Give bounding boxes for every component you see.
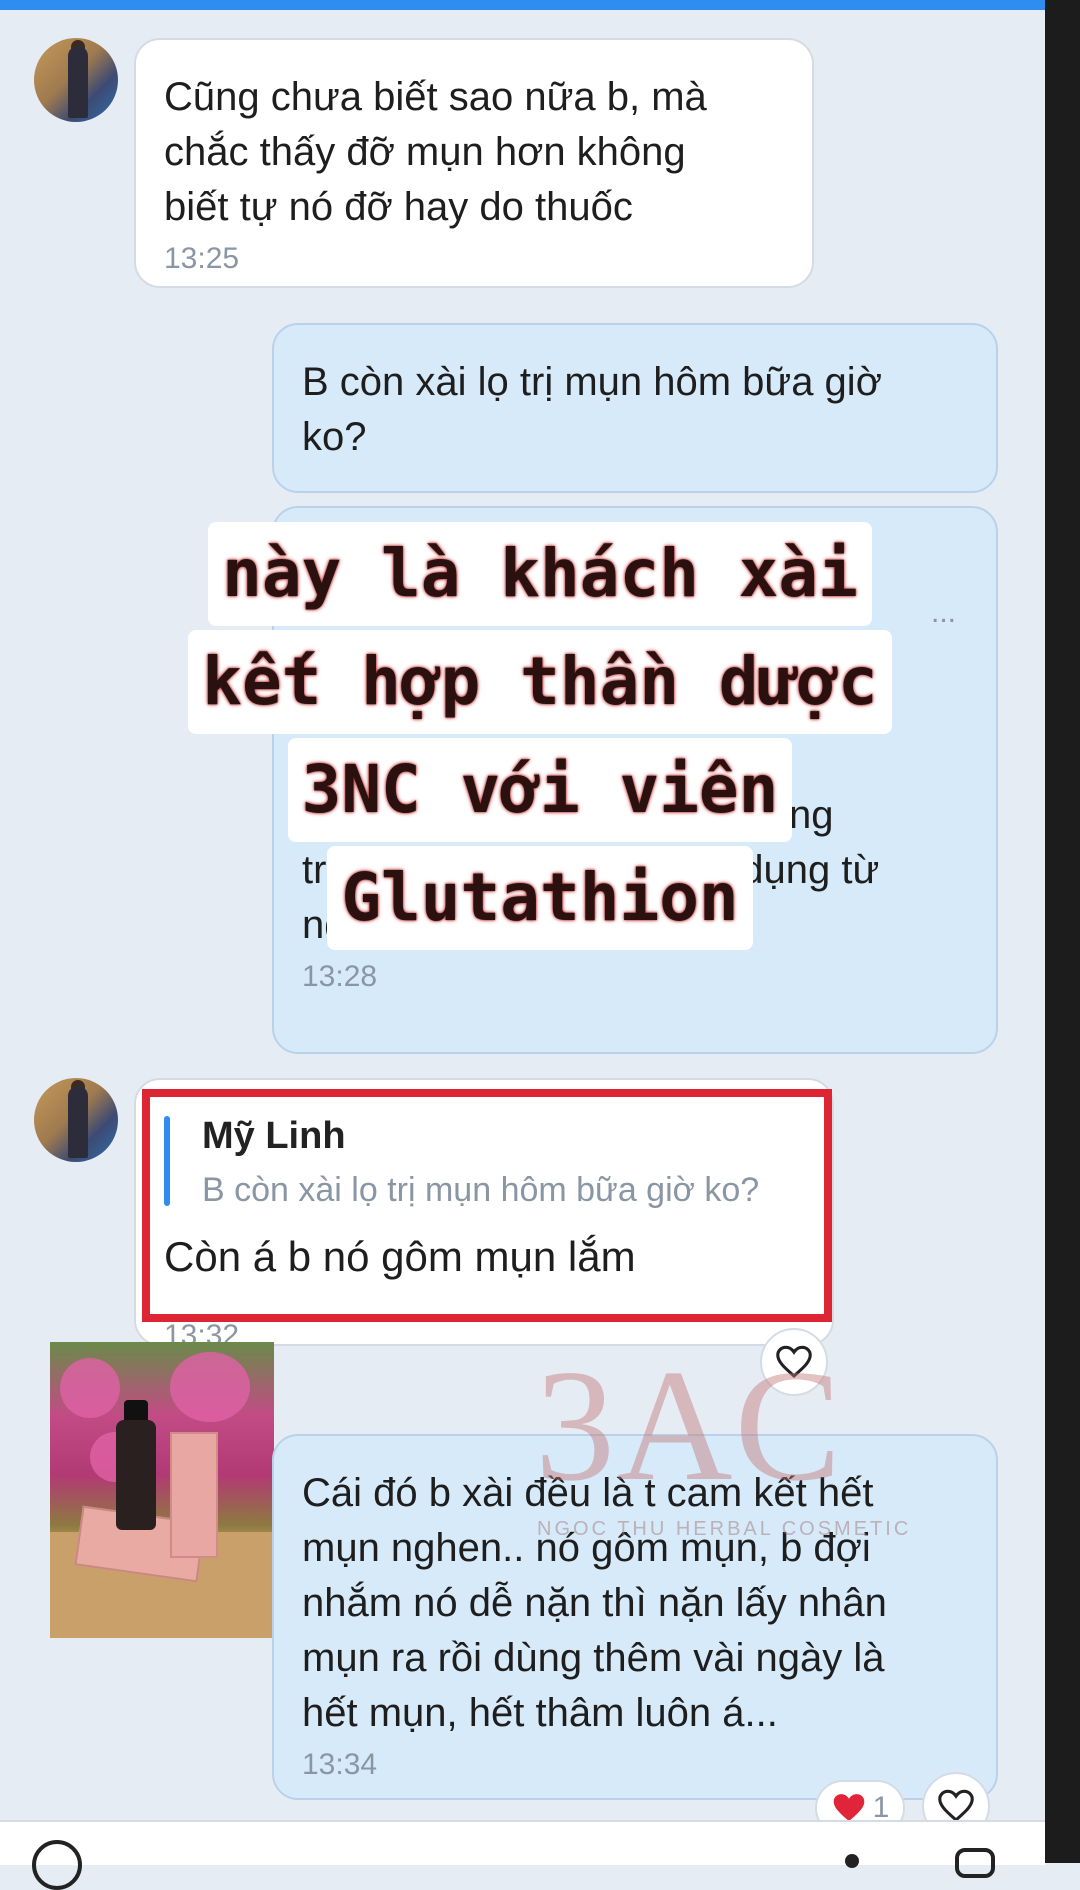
screen-edge	[1045, 0, 1080, 1863]
bottom-toolbar	[0, 1820, 1045, 1890]
more-dots: ...	[930, 596, 956, 629]
flower-bokeh	[60, 1358, 120, 1418]
caption-overlay: này là khách xài kết hợp thần dược 3NC v…	[150, 520, 930, 952]
attach-button[interactable]	[955, 1848, 995, 1878]
top-accent-bar	[0, 0, 1045, 10]
avatar-figure	[68, 1086, 88, 1158]
avatar-figure	[68, 46, 88, 118]
contact-avatar[interactable]	[34, 38, 118, 122]
heart-outline-icon	[776, 1345, 812, 1378]
emoji-button[interactable]	[32, 1840, 82, 1890]
message-text: Cũng chưa biết sao nữa b, mà chắc thấy đ…	[164, 75, 707, 229]
message-bubble-incoming[interactable]: Cũng chưa biết sao nữa b, mà chắc thấy đ…	[134, 38, 814, 288]
flower-bokeh	[170, 1352, 250, 1422]
react-button[interactable]	[760, 1328, 828, 1396]
product-photo[interactable]	[50, 1342, 274, 1638]
caption-line: kết hợp thần dược	[188, 630, 892, 734]
more-options-button[interactable]	[845, 1854, 859, 1868]
message-text: Cái đó b xài đều là t cam kết hết mụn ng…	[302, 1471, 887, 1735]
highlight-frame	[142, 1089, 832, 1322]
message-time: 13:34	[302, 1748, 378, 1781]
chat-thread[interactable]: Cũng chưa biết sao nữa b, mà chắc thấy đ…	[0, 10, 1045, 1840]
serum-bottle	[116, 1420, 156, 1530]
heart-outline-icon	[938, 1789, 974, 1822]
message-bubble-outgoing[interactable]: B còn xài lọ trị mụn hôm bữa giờ ko?	[272, 323, 998, 493]
caption-line: này là khách xài	[208, 522, 872, 626]
caption-line: Glutathion	[327, 846, 753, 950]
message-bubble-incoming-reply[interactable]: Mỹ Linh B còn xài lọ trị mụn hôm bữa giờ…	[134, 1078, 834, 1352]
message-time: 13:25	[164, 242, 240, 275]
contact-avatar[interactable]	[34, 1078, 118, 1162]
message-bubble-outgoing[interactable]: Cái đó b xài đều là t cam kết hết mụn ng…	[272, 1434, 998, 1800]
message-time: 13:28	[302, 960, 378, 993]
message-text: B còn xài lọ trị mụn hôm bữa giờ ko?	[302, 360, 882, 459]
product-box	[170, 1432, 218, 1558]
caption-line: 3NC với viên	[287, 738, 793, 842]
